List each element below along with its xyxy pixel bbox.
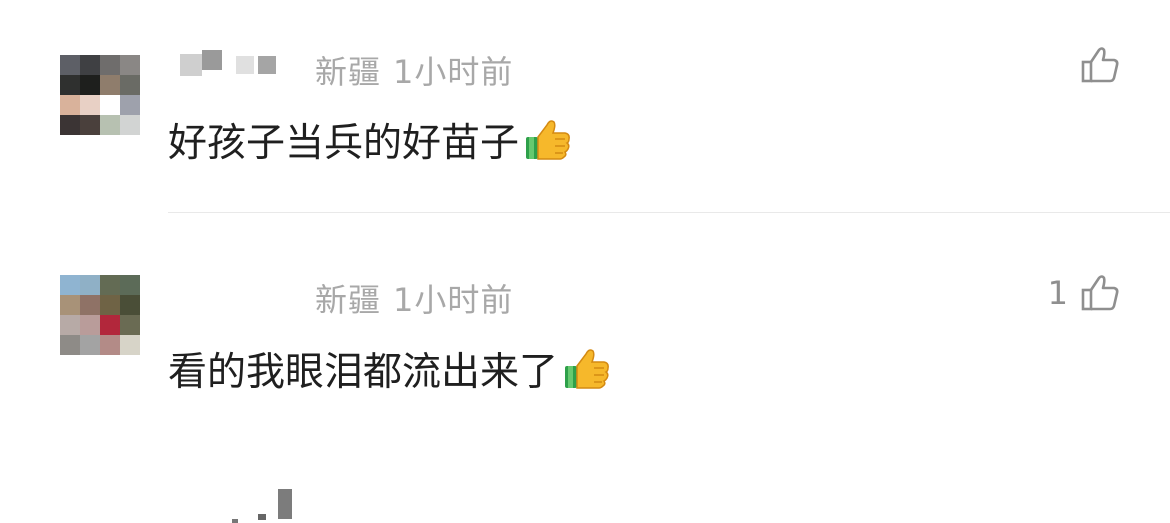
- avatar-pixel: [60, 75, 80, 95]
- location-label: 新疆: [315, 281, 382, 319]
- avatar-pixel: [100, 75, 120, 95]
- avatar-pixel: [80, 55, 100, 75]
- comment-meta: 新疆 1小时前: [315, 47, 513, 93]
- comment-body: 好孩子当兵的好苗子: [168, 121, 520, 166]
- avatar-pixel: [80, 95, 100, 115]
- avatar-pixel: [80, 115, 100, 135]
- avatar-pixel: [60, 95, 80, 115]
- avatar-pixel: [60, 315, 80, 335]
- avatar-pixel: [100, 55, 120, 75]
- avatar-pixel: [120, 75, 140, 95]
- avatar-pixel: [80, 275, 100, 295]
- avatar-pixel: [100, 295, 120, 315]
- avatar-pixel: [60, 295, 80, 315]
- time-label: 1小时前: [393, 281, 514, 319]
- avatar-pixel: [100, 275, 120, 295]
- avatar-pixel: [80, 335, 100, 355]
- avatar-pixel: [120, 115, 140, 135]
- avatar-pixel: [100, 335, 120, 355]
- avatar-pixel: [80, 295, 100, 315]
- avatar-pixel: [80, 315, 100, 335]
- thumbs-up-emoji: [526, 120, 570, 160]
- comment-text: 看的我眼泪都流出来了: [168, 341, 612, 397]
- comment-text: 好孩子当兵的好苗子: [168, 112, 573, 168]
- avatar-pixel: [120, 275, 140, 295]
- like-button[interactable]: 1: [1048, 273, 1120, 313]
- like-count: 1: [1047, 274, 1068, 312]
- avatar-pixel: [120, 315, 140, 335]
- comment-item: 新疆 1小时前 好孩子当兵的好苗子: [0, 0, 1170, 212]
- avatar-pixel: [120, 95, 140, 115]
- avatar-pixel: [80, 75, 100, 95]
- comment-meta: 新疆 1小时前: [315, 275, 513, 321]
- avatar-pixel: [120, 55, 140, 75]
- avatar-pixel: [100, 315, 120, 335]
- username-mosaic[interactable]: [232, 485, 292, 523]
- time-label: 1小时前: [393, 53, 514, 91]
- avatar-pixel: [120, 295, 140, 315]
- comment-body: 看的我眼泪都流出来了: [168, 350, 559, 395]
- avatar-pixel: [100, 115, 120, 135]
- avatar-pixel: [60, 275, 80, 295]
- avatar[interactable]: [60, 55, 140, 135]
- avatar[interactable]: [60, 275, 140, 355]
- avatar-pixel: [60, 335, 80, 355]
- comment-item: 新疆 1小时前 看的我眼泪都流出来了 1: [0, 213, 1170, 523]
- avatar-pixel: [100, 95, 120, 115]
- thumbs-up-emoji: [565, 349, 609, 389]
- thumbs-up-outline-icon: [1081, 47, 1119, 83]
- thumbs-up-outline-icon: [1081, 275, 1119, 311]
- avatar-pixel: [60, 115, 80, 135]
- username-mosaic[interactable]: [180, 50, 276, 76]
- avatar-pixel: [120, 335, 140, 355]
- like-button[interactable]: [1068, 45, 1120, 85]
- avatar-pixel: [60, 55, 80, 75]
- location-label: 新疆: [315, 53, 382, 91]
